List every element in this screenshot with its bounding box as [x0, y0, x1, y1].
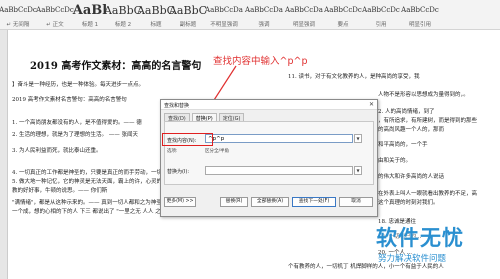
document-title: 2019 高考作文素材：高高的名言警句	[30, 61, 202, 72]
style-tile[interactable]: AaBbCcDa 明显强调	[284, 0, 324, 30]
document-line: 11. 读书，对于有文化教养的人，是种高尚的享受，我	[288, 74, 420, 80]
style-name: 副标题	[179, 22, 197, 28]
style-name: 标题	[150, 22, 162, 28]
style-name: 引用	[375, 22, 387, 28]
style-name: 明显强调	[292, 22, 315, 28]
watermark-logo: 软件无忧	[376, 226, 464, 250]
chevron-down-icon[interactable]: ▼	[354, 134, 362, 143]
document-line: 这个真理的时刻对我们。	[378, 200, 439, 206]
dialog-titlebar: 查找和替换 ✕	[161, 100, 377, 110]
style-name: 标题 1	[81, 22, 99, 28]
document-line: 】奋斗是一种经历，也是一种体验。每天进步一点点。	[12, 82, 145, 88]
style-sample: AaBbCcDc	[324, 6, 362, 14]
style-name: 明显引用	[408, 22, 431, 28]
document-line: 一个成，想的心相的下的人 下三 都说出了 "一里之无 人人 之外在 了 高不可	[12, 209, 160, 215]
style-tile[interactable]: AaBbCcDa 强调	[244, 0, 284, 30]
replace-label: 替换为(I):	[167, 169, 190, 175]
style-tile[interactable]: AaBbCcDc 引用	[362, 0, 400, 30]
document-line: 由和关于的。	[378, 158, 412, 164]
style-sample: AaBbCcDc	[401, 6, 439, 14]
watermark-slogan: 努力解决软件问题	[378, 254, 447, 264]
style-tile[interactable]: AaBbCcDc 要点	[324, 0, 362, 30]
replace-button[interactable]: 替换(R)	[220, 197, 248, 207]
find-input[interactable]: ^p^p	[205, 134, 353, 143]
style-tile[interactable]: AaBbCcDc 明显引用	[400, 0, 440, 30]
style-sample: AaBbCcDa	[205, 6, 243, 14]
watermark: 软件无忧 努力解决软件问题	[376, 222, 500, 279]
styles-gallery: AaBbCcDc ↵ 无间隔 AaBbCcDc ↵ 正文 AaBl 标题 1 AaBbC 标题…	[0, 0, 500, 30]
style-name: 不明显强调	[210, 22, 238, 28]
find-replace-dialog: 查找和替换 ✕ 查找(D) 替换(P) 定位(G) 查找内容(N): ^p^p …	[160, 99, 378, 217]
document-line: 5. 做大地一种记忆，它的神灵是无法天面，霸上的许，心灵的许：几是	[12, 179, 160, 185]
document-line: 在外表上叫人一眼就看出教养的不足，高	[378, 191, 478, 197]
replace-input[interactable]	[205, 166, 353, 175]
style-tile[interactable]: AaBbCcDa 不明显强调	[204, 0, 244, 30]
style-tile[interactable]: AaBbC 副标题	[168, 0, 208, 30]
style-sample: AaBbCcDc	[36, 6, 74, 14]
dialog-title: 查找和替换	[164, 103, 190, 109]
replace-all-button[interactable]: 全部替换(A)	[251, 197, 289, 207]
style-tile[interactable]: AaBbC 标题 2	[104, 0, 142, 30]
style-sample: AaBbCcDa	[285, 6, 323, 14]
annotation-text: 查找内容中输入^p^p	[213, 56, 308, 67]
style-sample: AaBbCcDc	[362, 6, 400, 14]
style-name: ↵ 正文	[46, 22, 64, 28]
document-line: 和平高尚的，一个手	[378, 142, 428, 148]
document-line: 2. 人的高尚情绪，到了	[378, 109, 435, 115]
replace-panel: 查找内容(N): ^p^p ▼ 选项: 区分全/半角 替换为(I): ▼	[164, 121, 374, 185]
find-field-highlight	[162, 133, 213, 146]
document-line: 的高尚风趣一个人的，那而	[378, 127, 445, 133]
style-sample: AaBbC	[168, 4, 208, 17]
document-line: 教的好好事，牛顿的说思。—— 你们斯	[12, 188, 108, 194]
style-name: 标题 2	[114, 22, 132, 28]
document-line: 2. 生活的理想，就是为了理想的生活。 —— 张闻天	[12, 132, 138, 138]
cancel-button[interactable]: 取消	[339, 197, 373, 207]
find-next-button[interactable]: 查找下一处(F)	[292, 197, 336, 207]
options-label: 选项:	[167, 149, 178, 154]
options-value: 区分全/半角	[205, 149, 230, 154]
document-line: 4. 一切真正的工作都是神圣的，只要是真正的而手劳动，一切的工作都有几分神圣性。	[12, 170, 160, 176]
chevron-down-icon[interactable]: ▼	[354, 166, 362, 175]
style-sample: AaBbCcDa	[245, 6, 283, 14]
document-line: 1. 一个高尚朋友都没有的人，是不值得爱的。—— 德	[12, 120, 142, 126]
style-sample: AaBl	[72, 3, 108, 18]
style-name: ↵ 无间隔	[6, 22, 30, 28]
style-name: 强调	[258, 22, 270, 28]
more-button[interactable]: 更多(M) >>	[164, 197, 196, 207]
document-line: "满情绪"，都是从这种示来的。—— 真到一切人都和之为神圣的那种"高洋的真	[12, 200, 160, 206]
style-tile[interactable]: AaBbCcDc ↵ 无间隔	[0, 0, 37, 30]
close-icon[interactable]: ✕	[369, 101, 374, 108]
style-sample: AaBbCcDc	[0, 6, 37, 14]
document-line: 3. 为人民利益而死，就比泰山还重。	[12, 148, 102, 154]
style-tile[interactable]: AaBbCcDc ↵ 正文	[36, 0, 74, 30]
style-name: 要点	[337, 22, 349, 28]
document-line: 2019 高考作文素材名言警句：高高的名言警句	[12, 97, 127, 103]
vertical-ruler	[0, 30, 8, 279]
style-tile[interactable]: AaBbC 标题	[137, 0, 175, 30]
document-line: 人物不是形容以思想成为量得到的，。	[378, 92, 469, 98]
style-tile[interactable]: AaBl 标题 1	[72, 0, 108, 30]
document-line: 的伟大和许多高尚的人说话	[378, 174, 445, 180]
document-line: ，有所追求，有所建树，而是得到的那些	[378, 118, 478, 124]
